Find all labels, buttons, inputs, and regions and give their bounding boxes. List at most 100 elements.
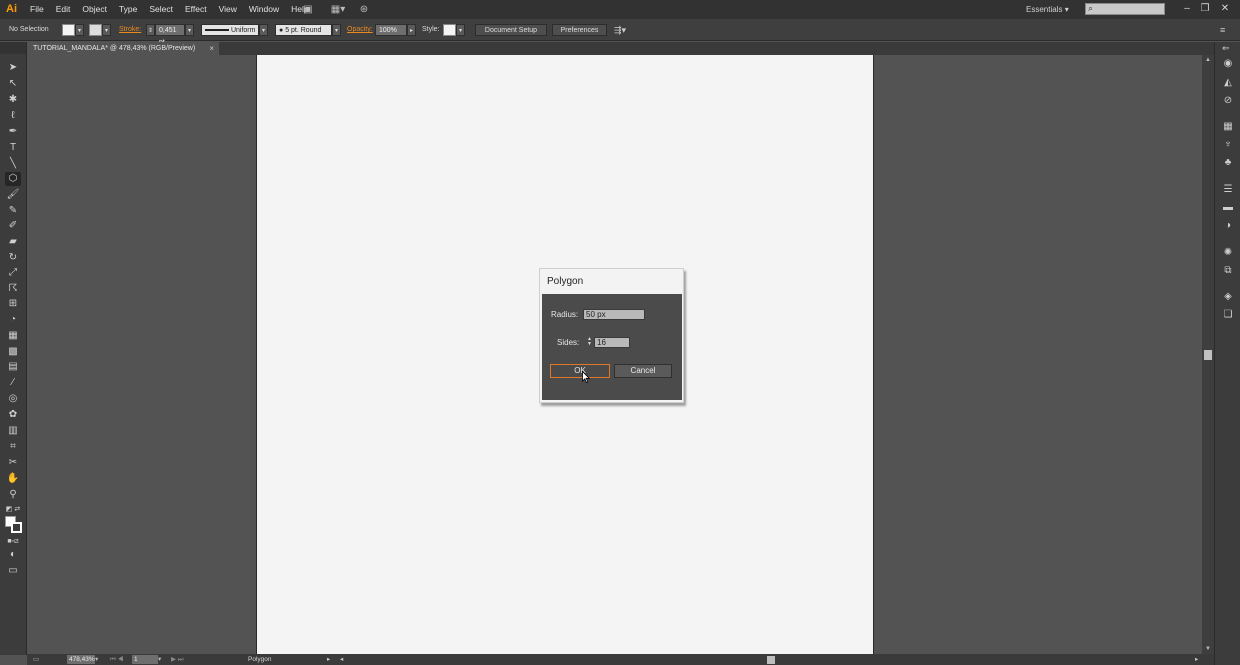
graphic-styles-panel-icon[interactable]: ✺ bbox=[1221, 246, 1235, 260]
search-input[interactable]: ⌕ bbox=[1085, 3, 1165, 15]
blend-tool-icon[interactable]: ◎ bbox=[5, 392, 21, 406]
zoom-menu-icon[interactable]: ▭ bbox=[33, 655, 45, 664]
warp-tool-icon[interactable]: ☈ bbox=[5, 282, 21, 296]
workspace-switcher[interactable]: Essentials ▾ bbox=[1026, 3, 1069, 16]
stroke-panel-link[interactable]: Stroke: bbox=[119, 24, 141, 36]
zoom-dropdown-icon[interactable]: ▾ bbox=[95, 655, 104, 664]
stroke-dropdown-icon[interactable]: ▾ bbox=[102, 24, 111, 36]
line-segment-tool-icon[interactable]: ╲ bbox=[5, 157, 21, 171]
appearance-panel-icon[interactable]: ⊘ bbox=[1221, 94, 1235, 108]
arrange-documents-icon[interactable]: ▦▾ bbox=[328, 3, 348, 16]
direct-selection-tool-icon[interactable]: ↖ bbox=[5, 77, 21, 91]
fill-dropdown-icon[interactable]: ▾ bbox=[75, 24, 84, 36]
symbols-panel-icon[interactable]: ♣ bbox=[1221, 156, 1235, 170]
document-setup-button[interactable]: Document Setup bbox=[475, 24, 547, 36]
rotate-tool-icon[interactable]: ↻ bbox=[5, 251, 21, 265]
opacity-dropdown-icon[interactable]: ▸ bbox=[407, 24, 416, 36]
zoom-tool-icon[interactable]: ⚲ bbox=[5, 488, 21, 502]
image-trace-panel-icon[interactable]: ⧉ bbox=[1221, 264, 1235, 278]
screen-mode-icon[interactable]: ▭ bbox=[5, 564, 21, 578]
shape-builder-tool-icon[interactable]: ◔ bbox=[5, 313, 21, 327]
stroke-color-box[interactable] bbox=[11, 522, 22, 533]
gpu-performance-icon[interactable]: ⊛ bbox=[356, 3, 372, 16]
color-guide-panel-icon[interactable]: ◭ bbox=[1221, 76, 1235, 90]
control-panel-menu-icon[interactable]: ≡ bbox=[1220, 24, 1232, 36]
pen-tool-icon[interactable]: ✒ bbox=[5, 125, 21, 139]
artboard-next-icons[interactable]: ▶ ⏭ bbox=[171, 655, 201, 664]
stroke-swatch[interactable] bbox=[89, 24, 102, 36]
fill-stroke-indicator[interactable] bbox=[5, 516, 23, 534]
menu-effect[interactable]: Effect bbox=[179, 0, 213, 19]
lasso-tool-icon[interactable]: ℓ bbox=[5, 109, 21, 123]
type-tool-icon[interactable]: T bbox=[5, 141, 21, 155]
symbol-sprayer-tool-icon[interactable]: ✿ bbox=[5, 408, 21, 422]
restore-icon[interactable]: ❐ bbox=[1198, 2, 1212, 16]
sides-input[interactable]: 16 bbox=[594, 337, 630, 348]
menu-type[interactable]: Type bbox=[113, 0, 143, 19]
hand-tool-icon[interactable]: ✋ bbox=[5, 472, 21, 486]
artboard-tool-icon[interactable]: ⌗ bbox=[5, 440, 21, 454]
style-dropdown-icon[interactable]: ▾ bbox=[456, 24, 465, 36]
menu-select[interactable]: Select bbox=[143, 0, 179, 19]
slice-tool-icon[interactable]: ✂ bbox=[5, 456, 21, 470]
eraser-tool-icon[interactable]: ▰ bbox=[5, 235, 21, 249]
layers-panel-icon[interactable]: ◈ bbox=[1221, 290, 1235, 304]
color-gradient-none-icon[interactable]: ■▫⧄ bbox=[5, 535, 21, 549]
zoom-field[interactable]: 478,43% bbox=[67, 655, 95, 664]
brushes-panel-icon[interactable]: ♆ bbox=[1221, 138, 1235, 152]
close-tab-icon[interactable]: × bbox=[209, 42, 214, 55]
polygon-tool-icon[interactable]: ⬡ bbox=[5, 172, 21, 186]
selection-tool-icon[interactable]: ➤ bbox=[5, 61, 21, 75]
horizontal-scroll-thumb[interactable] bbox=[767, 656, 775, 664]
scroll-down-icon[interactable]: ▼ bbox=[1202, 644, 1214, 654]
scroll-up-icon[interactable]: ▲ bbox=[1202, 55, 1214, 65]
arrange-options-icon[interactable]: ⇶▾ bbox=[614, 24, 634, 36]
gradient-panel-icon[interactable]: ▬ bbox=[1221, 201, 1235, 215]
gradient-tool-icon[interactable]: ▤ bbox=[5, 360, 21, 374]
preferences-button[interactable]: Preferences bbox=[552, 24, 607, 36]
artboards-panel-icon[interactable]: ❏ bbox=[1221, 308, 1235, 322]
artboard-dropdown-icon[interactable]: ▾ bbox=[158, 655, 167, 664]
menu-file[interactable]: File bbox=[24, 0, 50, 19]
column-graph-tool-icon[interactable]: ▥ bbox=[5, 424, 21, 438]
artboard-number-field[interactable]: 1 bbox=[132, 655, 158, 664]
brush-dropdown-icon[interactable]: ▾ bbox=[332, 24, 341, 36]
minimize-icon[interactable]: – bbox=[1180, 2, 1194, 16]
profile-dropdown-icon[interactable]: ▾ bbox=[259, 24, 268, 36]
eyedropper-tool-icon[interactable]: ⁄ bbox=[5, 376, 21, 390]
brush-definition[interactable]: ● 5 pt. Round bbox=[275, 24, 332, 36]
scale-tool-icon[interactable]: ⤢ bbox=[5, 266, 21, 280]
menu-window[interactable]: Window bbox=[243, 0, 285, 19]
opacity-panel-link[interactable]: Opacity: bbox=[347, 24, 373, 36]
ok-button[interactable]: OK bbox=[550, 364, 610, 378]
stroke-weight-field[interactable]: 0,451 pt bbox=[155, 24, 185, 46]
scroll-left-icon[interactable]: ◂ bbox=[340, 655, 349, 664]
radius-input[interactable]: 50 px bbox=[583, 309, 645, 320]
color-panel-icon[interactable]: ◉ bbox=[1221, 57, 1235, 71]
menu-view[interactable]: View bbox=[213, 0, 243, 19]
free-transform-tool-icon[interactable]: ⊞ bbox=[5, 297, 21, 311]
mesh-tool-icon[interactable]: ▩ bbox=[5, 345, 21, 359]
menu-edit[interactable]: Edit bbox=[50, 0, 77, 19]
sides-stepper-icon[interactable]: ▲ ▼ bbox=[585, 337, 594, 348]
stroke-panel-icon[interactable]: ☰ bbox=[1221, 183, 1235, 197]
scroll-right-icon[interactable]: ▸ bbox=[1195, 655, 1204, 664]
status-menu-icon[interactable]: ▸ bbox=[327, 655, 336, 664]
vertical-scroll-thumb[interactable] bbox=[1204, 350, 1212, 360]
magic-wand-tool-icon[interactable]: ✱ bbox=[5, 93, 21, 107]
stroke-weight-stepper-icon[interactable]: ⇕ bbox=[146, 24, 155, 36]
tools-panel-grip[interactable] bbox=[0, 42, 26, 54]
cancel-button[interactable]: Cancel bbox=[614, 364, 672, 378]
style-swatch[interactable] bbox=[443, 24, 456, 36]
document-tab[interactable]: TUTORIAL_MANDALA* @ 478,43% (RGB/Preview… bbox=[27, 42, 219, 55]
swatches-panel-icon[interactable]: ▦ bbox=[1221, 120, 1235, 134]
pencil-tool-icon[interactable]: ✎ bbox=[5, 204, 21, 218]
close-icon[interactable]: ✕ bbox=[1218, 2, 1232, 16]
perspective-grid-tool-icon[interactable]: ▦ bbox=[5, 329, 21, 343]
bridge-icon[interactable]: ▣ bbox=[300, 3, 316, 16]
transparency-panel-icon[interactable]: ◑ bbox=[1221, 219, 1235, 233]
menu-object[interactable]: Object bbox=[76, 0, 113, 19]
drawing-mode-icon[interactable]: ◐ bbox=[5, 548, 21, 562]
paintbrush-tool-icon[interactable]: 🖌 bbox=[5, 188, 21, 202]
dock-expand-icon[interactable]: ⇐ bbox=[1222, 43, 1230, 54]
